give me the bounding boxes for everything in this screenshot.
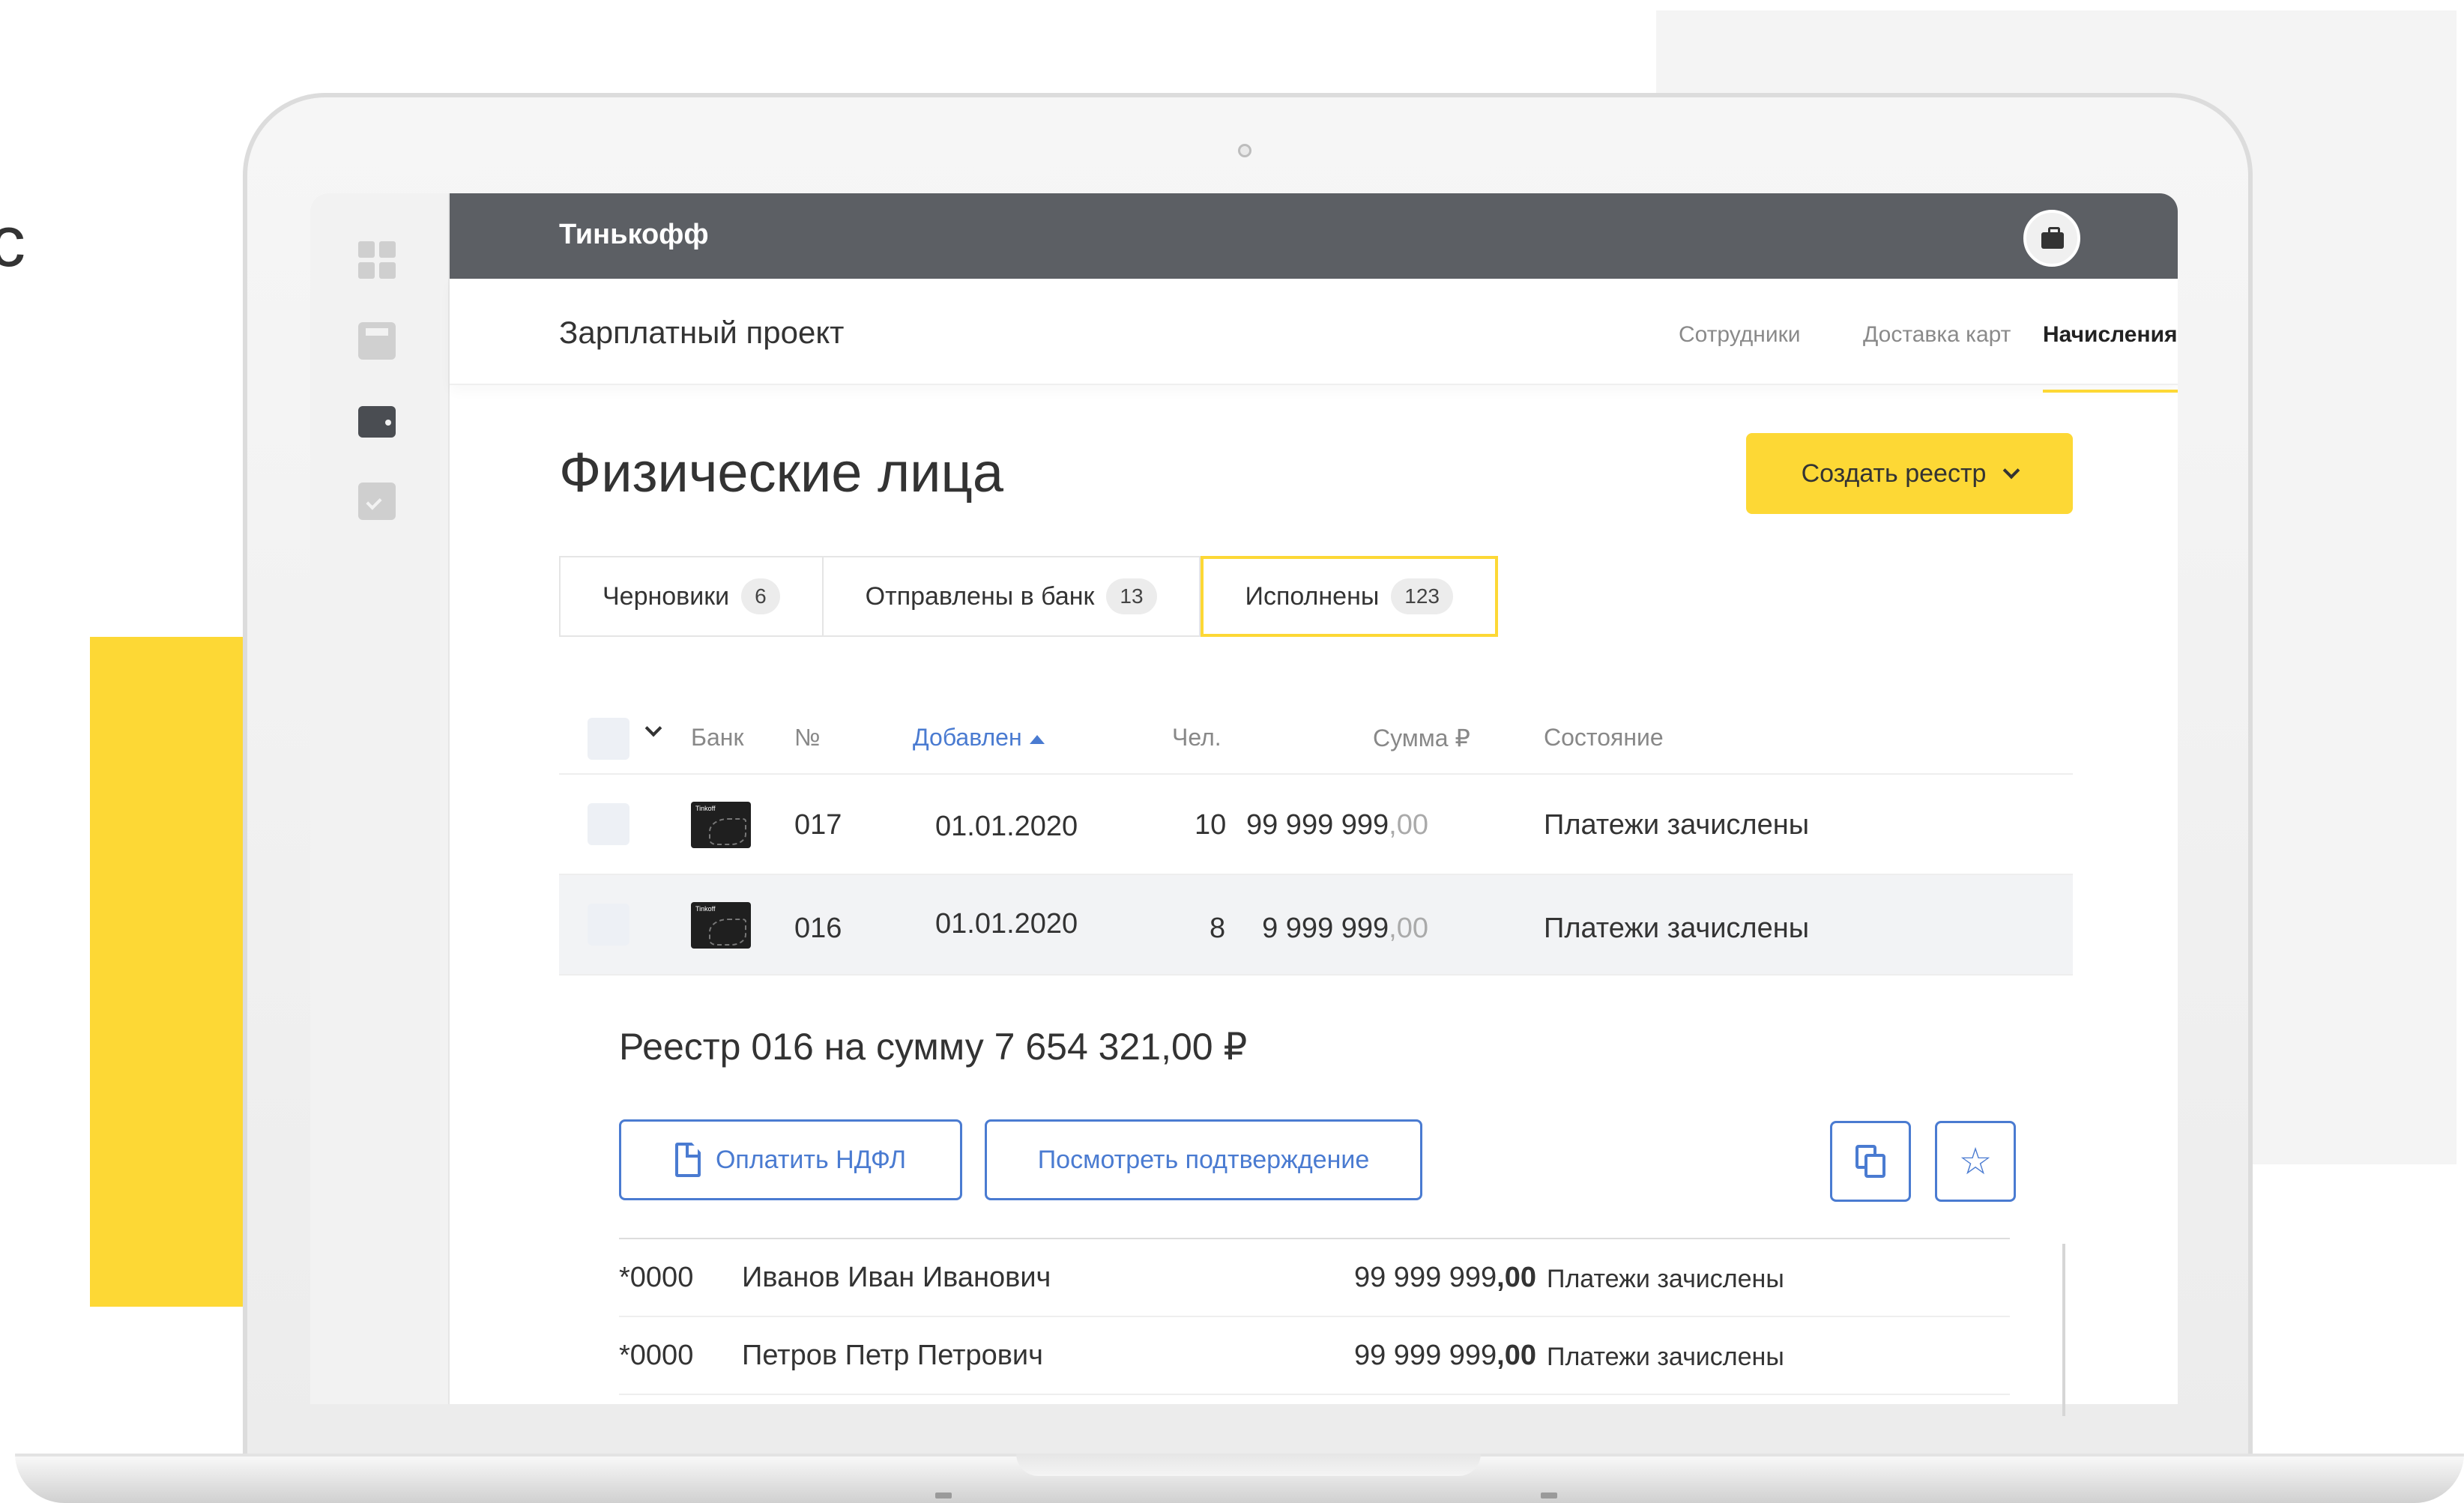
pay-ndfl-button[interactable]: Оплатить НДФЛ [619,1119,962,1200]
sum-integer: 99 999 999 [1353,1262,1497,1293]
laptop-foot [935,1493,952,1499]
segment-completed[interactable]: Исполнены 123 [1200,556,1498,637]
row-checkbox[interactable] [588,803,629,845]
laptop-foot [1541,1493,1557,1499]
laptop-notch [1016,1454,1481,1476]
segment-drafts[interactable]: Черновики 6 [559,556,824,637]
row-status: Платежи зачислены [1544,809,1810,841]
row-checkbox[interactable] [588,904,629,946]
segment-label: Отправлены в банк [865,581,1095,611]
sum-fraction: ,00 [1389,809,1428,841]
row-people: 8 [1210,913,1226,944]
sum-integer: 9 999 999 [1262,913,1389,944]
column-status: Состояние [1544,724,1664,751]
row-number: 017 [794,809,842,841]
column-number: № [794,724,821,751]
employee-sum: 99 999 999,00 [1354,1340,1536,1372]
list-scrollbar[interactable] [2062,1244,2065,1416]
background-glyph: с [0,202,25,282]
employee-status: Платежи зачислены [1547,1265,1784,1293]
column-added-label: Добавлен [913,724,1022,751]
bank-card-image [691,902,751,949]
row-sum: 99 999 999,00 [1246,809,1428,841]
status-segments: Черновики 6 Отправлены в банк 13 Исполне… [559,556,1498,637]
create-registry-button[interactable]: Создать реестр [1746,433,2073,514]
view-confirmation-button[interactable]: Посмотреть подтверждение [985,1119,1422,1200]
bank-card-image [691,802,751,848]
employee-account: *0000 [619,1340,694,1371]
employee-account: *0000 [619,1262,694,1293]
view-confirmation-label: Посмотреть подтверждение [1037,1145,1370,1174]
row-sum: 9 999 999,00 [1262,913,1428,945]
table-header: Банк № Добавлен Чел. Сумма ₽ Состояние [559,703,2073,775]
copy-button[interactable] [1830,1121,1911,1202]
row-people: 10 [1195,809,1227,841]
segment-label: Исполнены [1245,581,1380,611]
chevron-down-icon[interactable] [644,719,662,737]
sum-integer: 99 999 999 [1245,809,1389,841]
chevron-down-icon [2003,462,2020,480]
sort-up-icon [1029,734,1045,744]
content-layer: Физические лица Создать реестр Черновики… [310,193,2178,1404]
star-icon: ☆ [1958,1140,1993,1182]
create-registry-label: Создать реестр [1801,459,1987,488]
laptop-camera [1238,144,1251,157]
row-number: 016 [794,913,842,944]
table-row[interactable]: 017 01.01.2020 10 99 999 999,00 Платежи … [559,775,2073,875]
favorite-button[interactable]: ☆ [1935,1121,2016,1202]
segment-count-badge: 13 [1106,578,1157,614]
employee-row[interactable]: *0000 Иванов Иван Иванович 99 999 999,00… [619,1239,2010,1317]
employee-name: Петров Петр Петрович [742,1340,1043,1371]
registry-detail-title: Реестр 016 на сумму 7 654 321,00 ₽ [619,1026,1248,1068]
select-all-checkbox[interactable] [588,718,629,760]
content: Физические лица Создать реестр Черновики… [450,193,2178,1404]
row-date: 01.01.2020 [935,908,1078,940]
segment-sent[interactable]: Отправлены в банк 13 [823,556,1201,637]
copy-icon [1855,1145,1885,1178]
row-status: Платежи зачислены [1544,913,1810,944]
column-added[interactable]: Добавлен [913,724,1045,752]
employee-sum: 99 999 999,00 [1354,1262,1536,1294]
document-icon [674,1143,701,1177]
column-people: Чел. [1172,724,1222,751]
segment-count-badge: 6 [741,578,780,614]
page-title: Физические лица [559,441,1004,503]
sum-integer: 99 999 999 [1353,1340,1497,1371]
segment-label: Черновики [603,581,730,611]
column-bank: Банк [691,724,744,751]
employee-row[interactable]: *0000 Петров Петр Петрович 99 999 999,00… [619,1317,2010,1395]
row-date: 01.01.2020 [935,811,1078,842]
sum-fraction: ,00 [1497,1262,1536,1293]
sum-fraction: ,00 [1389,913,1428,944]
employee-status: Платежи зачислены [1547,1343,1784,1371]
pay-ndfl-label: Оплатить НДФЛ [715,1145,907,1174]
employee-name: Иванов Иван Иванович [742,1262,1051,1293]
table-row-selected[interactable]: 016 01.01.2020 8 9 999 999,00 Платежи за… [559,875,2073,976]
segment-count-badge: 123 [1391,578,1453,614]
column-sum: Сумма ₽ [1373,725,1470,752]
sum-fraction: ,00 [1497,1340,1536,1371]
